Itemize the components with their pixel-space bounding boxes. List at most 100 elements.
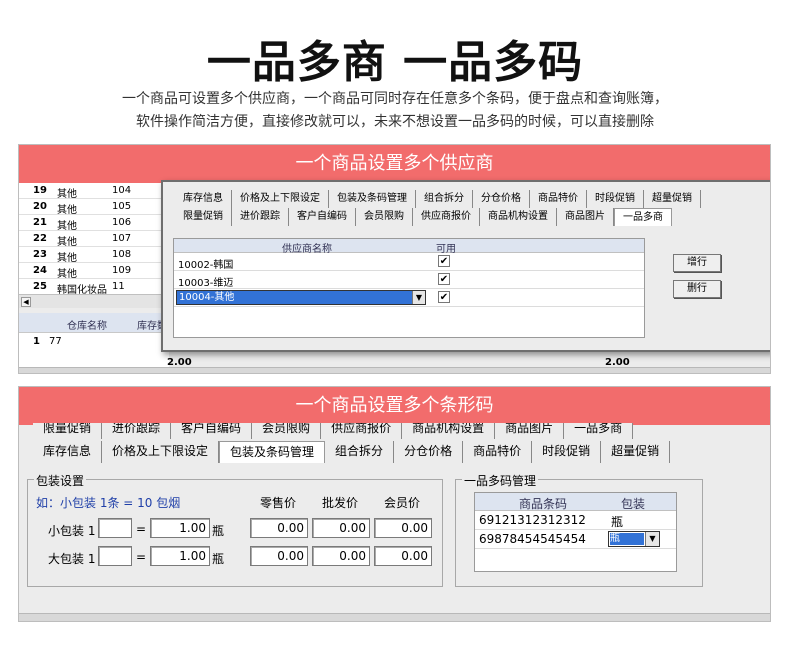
- row-name: 其他: [57, 221, 77, 232]
- tab-bar-upper: 限量促销 进价跟踪 客户自编码 会员限购 供应商报价 商品机构设置 商品图片 一…: [33, 423, 634, 439]
- row-code: 104: [112, 185, 132, 196]
- small-pack-unit-input[interactable]: [98, 518, 132, 538]
- tab-supplier-quote[interactable]: 供应商报价: [321, 423, 403, 439]
- add-row-button[interactable]: 增行: [673, 254, 721, 272]
- barcode-value: 69121312312312: [479, 513, 586, 527]
- enabled-checkbox[interactable]: ✔: [438, 255, 450, 267]
- chevron-down-icon[interactable]: ▼: [645, 532, 659, 546]
- row-name: 其他: [57, 205, 77, 216]
- large-member-input[interactable]: 0.00: [374, 546, 432, 566]
- tab-product-image[interactable]: 商品图片: [495, 423, 565, 439]
- row-number: 23: [33, 249, 47, 260]
- large-wholesale-input[interactable]: 0.00: [312, 546, 370, 566]
- tab-special-price[interactable]: 商品特价: [530, 190, 587, 208]
- large-retail-input[interactable]: 0.00: [250, 546, 308, 566]
- warehouse-grid: 仓库名称 库存数 1 77: [19, 313, 169, 373]
- small-pack-unit: 瓶: [212, 524, 225, 538]
- table-row[interactable]: 21 其他 106: [19, 215, 169, 232]
- small-wholesale-input[interactable]: 0.00: [312, 518, 370, 538]
- tab-stock-info[interactable]: 库存信息: [33, 441, 103, 463]
- tab-special-price[interactable]: 商品特价: [463, 441, 533, 463]
- chevron-down-icon[interactable]: ▼: [412, 291, 425, 304]
- tab-bar-lower: 库存信息 价格及上下限设定 包装及条码管理 组合拆分 分仓价格 商品特价 时段促…: [33, 441, 671, 463]
- equals-sign: =: [136, 522, 147, 536]
- supplier-select[interactable]: 10004-其他 ▼: [176, 290, 426, 305]
- tab-supplier-quote[interactable]: 供应商报价: [413, 208, 480, 226]
- row-number: 22: [33, 233, 47, 244]
- packaging-example: 如：小包装 1条 = 10 包烟: [36, 496, 181, 510]
- table-row[interactable]: 69878454545454 瓶 ▼: [475, 530, 676, 549]
- tab-product-image[interactable]: 商品图片: [557, 208, 614, 226]
- table-row[interactable]: 23 其他 108: [19, 247, 169, 264]
- table-row[interactable]: 10004-其他 ▼ ✔: [174, 289, 644, 307]
- tab-price-limits[interactable]: 价格及上下限设定: [102, 441, 220, 463]
- tab-member-limit[interactable]: 会员限购: [252, 423, 322, 439]
- packaging-settings-group: 包装设置 如：小包装 1条 = 10 包烟 零售价 批发价 会员价 小包装 1 …: [27, 472, 443, 587]
- row-name: 其他: [57, 189, 77, 200]
- row-code: 105: [112, 201, 132, 212]
- small-member-input[interactable]: 0.00: [374, 518, 432, 538]
- row-number: 19: [33, 185, 47, 196]
- supplier-screenshot-panel: 一个商品设置多个供应商 19 其他 104 20 其他 105 21 其他 106 22 其他…: [18, 144, 771, 374]
- tab-purchase-track[interactable]: 进价跟踪: [102, 423, 172, 439]
- col-pack: 包装: [621, 497, 646, 511]
- tab-time-promo[interactable]: 时段促销: [587, 190, 644, 208]
- bottom-edge: [19, 613, 770, 621]
- large-pack-qty-input[interactable]: 1.00: [150, 546, 210, 566]
- row-number: 25: [33, 281, 47, 292]
- tab-member-limit[interactable]: 会员限购: [356, 208, 413, 226]
- table-row[interactable]: 22 其他 107: [19, 231, 169, 248]
- table-row[interactable]: 19 其他 104: [19, 183, 169, 200]
- col-retail-price: 零售价: [260, 496, 297, 510]
- small-retail-input[interactable]: 0.00: [250, 518, 308, 538]
- tab-time-promo[interactable]: 时段促销: [532, 441, 602, 463]
- row-number: 20: [33, 201, 47, 212]
- row-name: 其他: [57, 269, 77, 280]
- tab-bar-lower: 限量促销 进价跟踪 客户自编码 会员限购 供应商报价 商品机构设置 商品图片 一…: [175, 208, 672, 226]
- tab-multi-supplier[interactable]: 一品多商: [564, 423, 634, 439]
- tab-combo-split[interactable]: 组合拆分: [416, 190, 473, 208]
- packaging-legend: 包装设置: [34, 472, 87, 489]
- equals-sign: =: [136, 550, 147, 564]
- small-pack-qty-input[interactable]: 1.00: [150, 518, 210, 538]
- tab-packaging-barcode[interactable]: 包装及条码管理: [219, 441, 326, 463]
- tab-purchase-track[interactable]: 进价跟踪: [232, 208, 289, 226]
- row-number: 24: [33, 265, 47, 276]
- table-row[interactable]: 25 韩国化妆品 11: [19, 279, 169, 296]
- tab-limit-promo[interactable]: 限量促销: [33, 423, 103, 439]
- delete-row-button[interactable]: 删行: [673, 280, 721, 298]
- table-row[interactable]: 10002-韩国 ✔: [174, 253, 644, 271]
- table-row[interactable]: 20 其他 105: [19, 199, 169, 216]
- subtitle-line-2: 软件操作简洁方便，直接修改就可以，未来不想设置一品多码的时候，可以直接删除: [136, 114, 654, 130]
- tab-combo-split[interactable]: 组合拆分: [325, 441, 395, 463]
- tab-bulk-promo[interactable]: 超量促销: [644, 190, 701, 208]
- row-code: 11: [112, 281, 125, 292]
- pack-select[interactable]: 瓶 ▼: [608, 531, 660, 547]
- bottom-edge: [19, 367, 770, 373]
- row-value: 77: [49, 336, 62, 347]
- scroll-left-icon[interactable]: ◀: [21, 297, 31, 307]
- col-warehouse-name: 仓库名称: [67, 321, 107, 332]
- large-pack-label: 大包装 1: [48, 552, 96, 566]
- col-wholesale-price: 批发价: [322, 496, 359, 510]
- tab-warehouse-price[interactable]: 分仓价格: [394, 441, 464, 463]
- tab-warehouse-price[interactable]: 分仓价格: [473, 190, 530, 208]
- tab-multi-supplier[interactable]: 一品多商: [614, 208, 672, 226]
- table-row[interactable]: 10003-维迈 ✔: [174, 271, 644, 289]
- table-row[interactable]: 1 77: [19, 333, 169, 349]
- tab-price-limits[interactable]: 价格及上下限设定: [232, 190, 329, 208]
- tab-stock-info[interactable]: 库存信息: [175, 190, 232, 208]
- table-row[interactable]: 69121312312312 瓶: [475, 511, 676, 530]
- tab-packaging-barcode[interactable]: 包装及条码管理: [329, 190, 416, 208]
- tab-bulk-promo[interactable]: 超量促销: [601, 441, 671, 463]
- enabled-checkbox[interactable]: ✔: [438, 291, 450, 303]
- tab-customer-code[interactable]: 客户自编码: [289, 208, 356, 226]
- tab-limit-promo[interactable]: 限量促销: [175, 208, 232, 226]
- large-pack-unit-input[interactable]: [98, 546, 132, 566]
- tab-customer-code[interactable]: 客户自编码: [171, 423, 253, 439]
- enabled-checkbox[interactable]: ✔: [438, 273, 450, 285]
- tab-org-settings[interactable]: 商品机构设置: [480, 208, 557, 226]
- tab-org-settings[interactable]: 商品机构设置: [402, 423, 496, 439]
- horizontal-scrollbar[interactable]: ◀: [19, 294, 169, 308]
- table-row[interactable]: 24 其他 109: [19, 263, 169, 280]
